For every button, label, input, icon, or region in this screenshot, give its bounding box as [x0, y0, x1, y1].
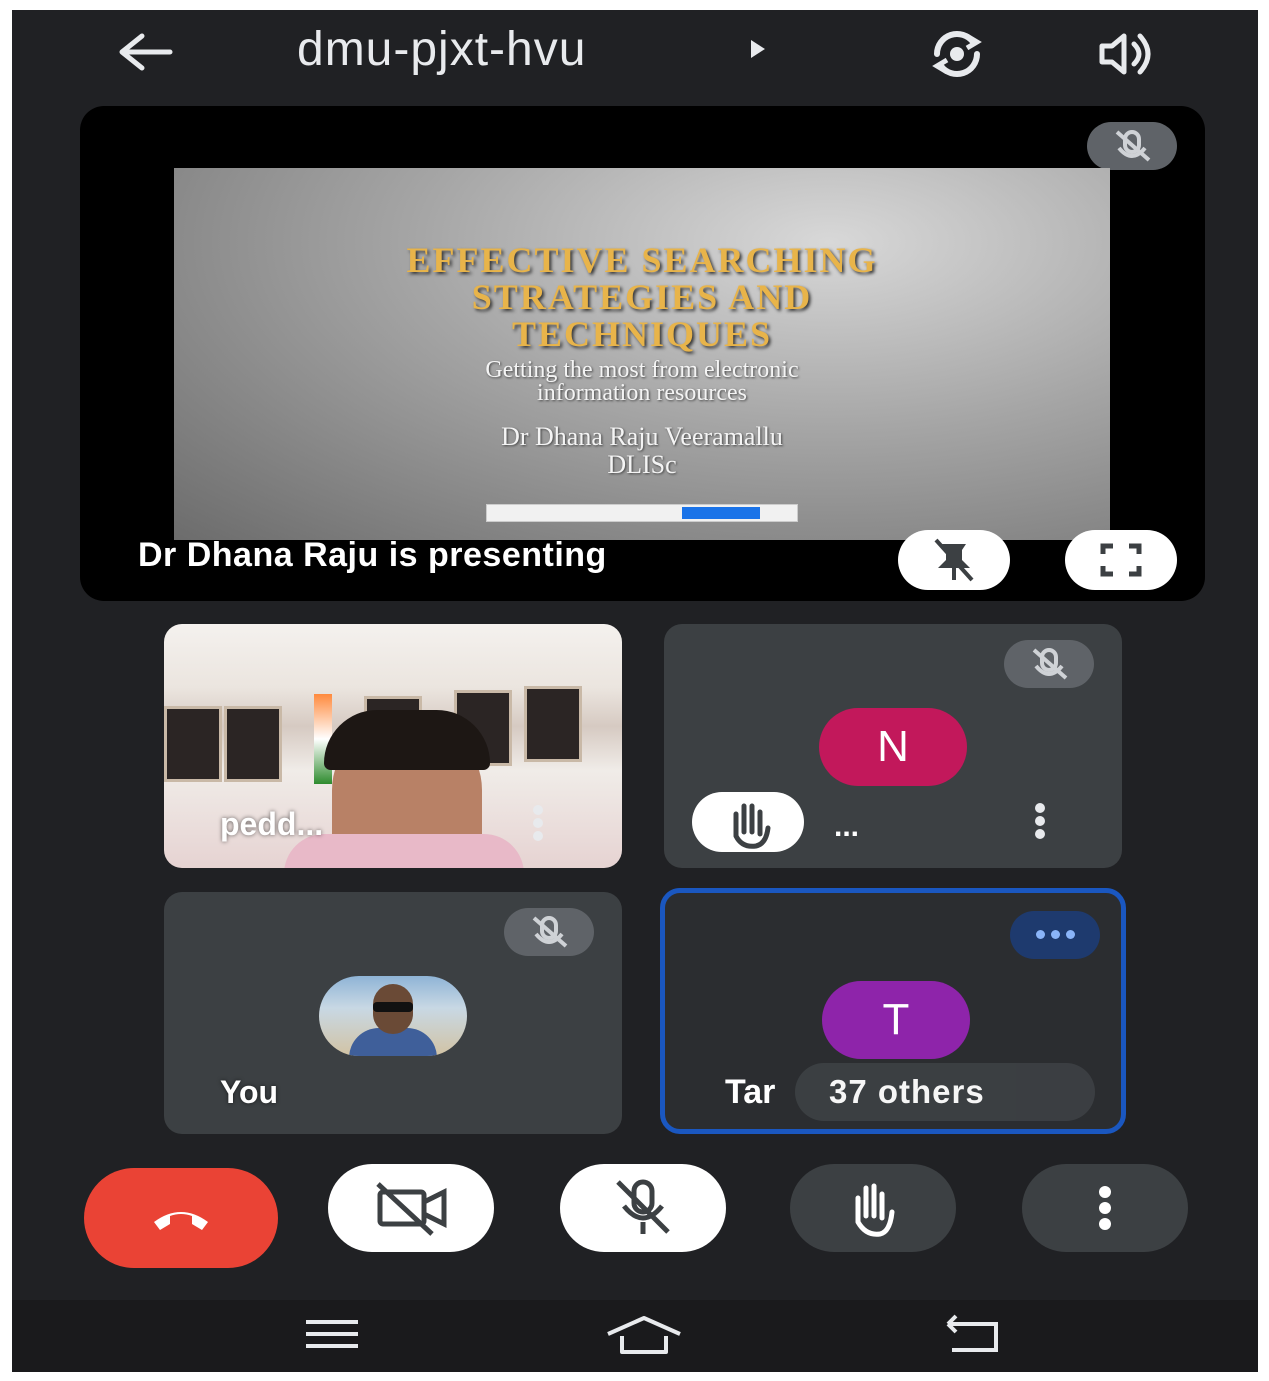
- raised-hand-badge: [692, 792, 804, 852]
- mic-off-icon: [504, 908, 594, 956]
- raise-hand-button[interactable]: [790, 1164, 956, 1252]
- end-call-icon: [154, 1212, 208, 1230]
- self-tile[interactable]: You: [164, 892, 622, 1134]
- slide-search-button: [682, 507, 760, 519]
- speaking-indicator-icon: [1010, 911, 1100, 959]
- participant-hair: [324, 710, 490, 770]
- meeting-code[interactable]: dmu-pjxt-hvu: [297, 22, 586, 77]
- slide-subtitle-line: information resources: [537, 380, 747, 406]
- slide-subtitle-line: Getting the most from electronic: [485, 357, 799, 383]
- fullscreen-icon: [1100, 543, 1142, 577]
- raise-hand-icon: [855, 1183, 895, 1237]
- mic-off-icon: [1087, 122, 1177, 170]
- more-vertical-icon[interactable]: [528, 802, 548, 850]
- more-options-button[interactable]: [1022, 1164, 1188, 1252]
- slide-author-line: Dr Dhana Raju Veeramallu: [501, 422, 783, 451]
- participant-name: pedd...: [220, 806, 324, 842]
- call-controls: [12, 1160, 1258, 1270]
- participant-avatar: T: [822, 981, 970, 1059]
- others-count: 37 others: [829, 1073, 985, 1110]
- slide-title: EFFECTIVE SEARCHING STRATEGIES AND TECHN…: [174, 242, 1110, 353]
- wall-portrait: [224, 706, 282, 782]
- shared-slide: EFFECTIVE SEARCHING STRATEGIES AND TECHN…: [174, 168, 1110, 540]
- meet-screen: dmu-pjxt-hvu EFFECTIVE SEARCHING STRATEG…: [12, 10, 1258, 1372]
- arrow-left-icon[interactable]: [112, 28, 176, 76]
- home-icon[interactable]: [602, 1312, 686, 1356]
- presenting-label: Dr Dhana Raju is presenting: [138, 536, 607, 574]
- avatar-sunglasses: [373, 1002, 413, 1012]
- raise-hand-icon: [733, 803, 771, 849]
- wall-portrait: [524, 686, 582, 762]
- fullscreen-button[interactable]: [1065, 530, 1177, 590]
- slide-title-line: TECHNIQUES: [511, 314, 773, 354]
- participant-name: ...: [834, 810, 860, 843]
- slide-title-line: EFFECTIVE SEARCHING: [406, 240, 878, 280]
- slide-author-line: DLISc: [607, 450, 677, 479]
- unpin-button[interactable]: [898, 530, 1010, 590]
- participant-tile[interactable]: pedd...: [164, 624, 622, 868]
- self-name: You: [220, 1074, 279, 1110]
- mic-toggle-button[interactable]: [560, 1164, 726, 1252]
- participant-tile[interactable]: N ...: [664, 624, 1122, 868]
- camera-toggle-button[interactable]: [328, 1164, 494, 1252]
- participant-name: Tar: [725, 1073, 776, 1111]
- participant-tile-active[interactable]: T Tar 37 others: [660, 888, 1126, 1134]
- return-icon[interactable]: [942, 1312, 1002, 1356]
- menu-lines-icon[interactable]: [302, 1312, 362, 1356]
- system-nav-bar: [12, 1300, 1258, 1372]
- top-bar: dmu-pjxt-hvu: [12, 10, 1258, 100]
- slide-title-line: STRATEGIES AND: [471, 277, 813, 317]
- unpin-icon: [934, 538, 974, 582]
- camera-off-icon: [376, 1182, 447, 1236]
- more-vertical-icon: [1099, 1186, 1111, 1230]
- camera-flip-icon[interactable]: [917, 26, 997, 82]
- others-pill[interactable]: 37 others: [795, 1063, 1095, 1121]
- slide-subtitle: Getting the most from electronic informa…: [174, 357, 1110, 406]
- wall-portrait: [164, 706, 222, 782]
- participant-avatar: N: [819, 708, 967, 786]
- play-triangle-icon[interactable]: [747, 38, 769, 60]
- self-avatar: [319, 976, 467, 1056]
- more-vertical-icon[interactable]: [1030, 800, 1050, 848]
- slide-search-bar: [486, 504, 798, 522]
- slide-author: Dr Dhana Raju Veeramallu DLISc: [174, 423, 1110, 479]
- end-call-button[interactable]: [84, 1168, 278, 1268]
- presentation-stage[interactable]: EFFECTIVE SEARCHING STRATEGIES AND TECHN…: [80, 106, 1205, 601]
- speaker-icon[interactable]: [1092, 26, 1164, 82]
- mic-off-icon: [616, 1179, 670, 1234]
- mic-off-icon: [1004, 640, 1094, 688]
